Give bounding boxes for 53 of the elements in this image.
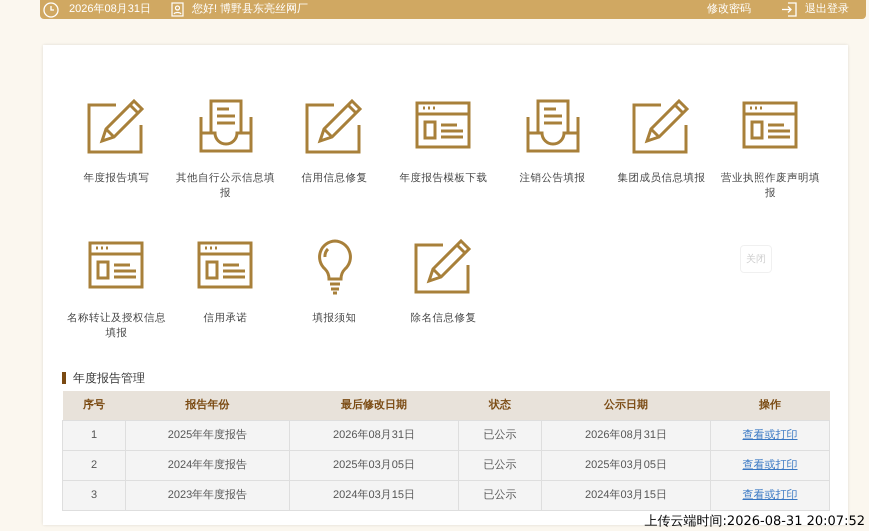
menu-tile[interactable]: 其他自行公示信息填报 xyxy=(171,97,280,201)
table-cell: 2025年03月05日 xyxy=(333,458,415,471)
table-cell: 已公示 xyxy=(484,488,516,501)
current-date: 2026年08月31日 xyxy=(69,2,151,18)
greeting-text: 您好! 博野县东亮丝网厂 xyxy=(192,2,308,18)
section-title: 年度报告管理 xyxy=(73,370,145,387)
menu-tile[interactable]: 名称转让及授权信息填报 xyxy=(62,237,171,341)
table-cell: 已公示 xyxy=(484,458,516,471)
menu-tile[interactable]: 信用信息修复 xyxy=(280,97,389,201)
view-print-link[interactable]: 查看或打印 xyxy=(742,428,798,441)
logout-icon[interactable] xyxy=(781,2,797,17)
menu-label: 集团成员信息填报 xyxy=(616,171,706,186)
view-print-link[interactable]: 查看或打印 xyxy=(742,488,798,501)
menu-label: 信用承诺 xyxy=(202,311,248,326)
table-cell: 2025年年度报告 xyxy=(168,428,248,441)
column-header: 状态 xyxy=(458,391,542,420)
table-cell: 2024年03月15日 xyxy=(585,488,667,501)
menu-label: 其他自行公示信息填报 xyxy=(175,171,276,201)
menu-label: 注销公告填报 xyxy=(518,171,586,186)
table-cell: 2 xyxy=(90,458,98,471)
menu-tile[interactable]: 年度报告模板下载 xyxy=(389,97,498,201)
table-cell: 2026年08月31日 xyxy=(585,428,667,441)
table-cell: 2024年年度报告 xyxy=(168,458,248,471)
menu-tile[interactable]: 年度报告填写 xyxy=(62,97,171,201)
column-header: 报告年份 xyxy=(126,391,290,420)
menu-label: 年度报告填写 xyxy=(82,171,150,186)
menu-label: 填报须知 xyxy=(312,311,358,326)
menu-label: 名称转让及授权信息填报 xyxy=(66,311,167,341)
table-cell: 2024年03月15日 xyxy=(333,488,415,501)
column-header: 序号 xyxy=(62,391,126,420)
upload-timestamp: 上传云端时间:2026-08-31 20:07:52 xyxy=(644,514,865,530)
menu-tile[interactable]: 注销公告填报 xyxy=(498,97,607,201)
view-print-link[interactable]: 查看或打印 xyxy=(742,458,798,471)
menu-tile[interactable]: 除名信息修复 xyxy=(389,237,498,341)
table-cell: 2026年08月31日 xyxy=(333,428,415,441)
column-header: 公示日期 xyxy=(542,391,710,420)
menu-label: 营业执照作废声明填报 xyxy=(720,171,821,201)
user-icon xyxy=(170,2,184,17)
clock-icon xyxy=(43,2,59,18)
menu-tile[interactable]: 填报须知 xyxy=(280,237,389,341)
menu-label: 除名信息修复 xyxy=(410,311,478,326)
menu-label: 信用信息修复 xyxy=(300,171,368,186)
menu-label: 年度报告模板下载 xyxy=(398,171,488,186)
menu-tile[interactable]: 信用承诺 xyxy=(171,237,280,341)
table-cell: 已公示 xyxy=(484,428,516,441)
column-header: 操作 xyxy=(710,391,830,420)
table-cell: 1 xyxy=(90,428,98,441)
column-header: 最后修改日期 xyxy=(290,391,458,420)
table-cell: 3 xyxy=(90,488,98,501)
menu-tile[interactable]: 营业执照作废声明填报 xyxy=(716,97,825,201)
table-cell: 2025年03月05日 xyxy=(585,458,667,471)
table-cell: 2023年年度报告 xyxy=(168,488,248,501)
menu-tile[interactable]: 集团成员信息填报 xyxy=(607,97,716,201)
